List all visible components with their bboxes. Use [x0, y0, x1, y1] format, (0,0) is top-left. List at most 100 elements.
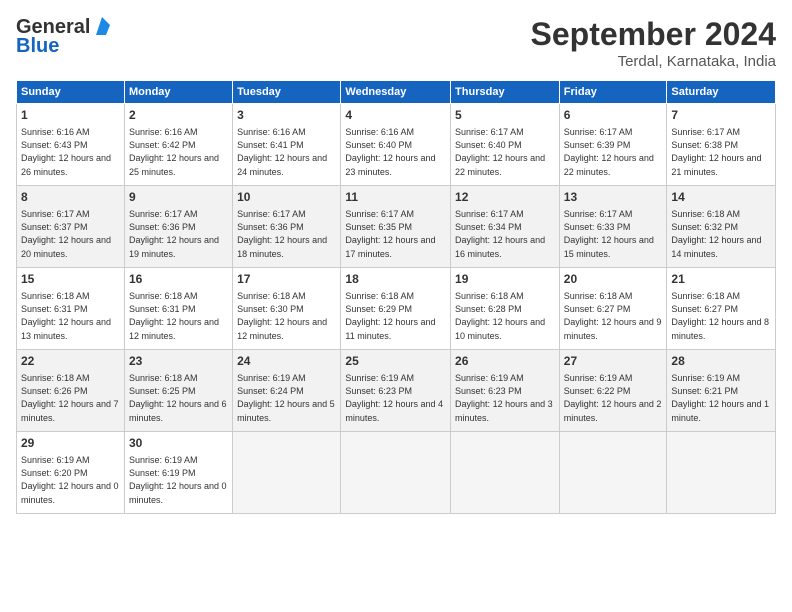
day-number: 8: [21, 189, 120, 206]
logo-icon: [92, 17, 110, 35]
logo: General Blue: [16, 16, 110, 58]
calendar-cell: 28 Sunrise: 6:19 AMSunset: 6:21 PMDaylig…: [667, 350, 776, 432]
day-number: 10: [237, 189, 336, 206]
calendar-cell: 26 Sunrise: 6:19 AMSunset: 6:23 PMDaylig…: [451, 350, 560, 432]
calendar-table: Sunday Monday Tuesday Wednesday Thursday…: [16, 80, 776, 514]
calendar-cell: 4 Sunrise: 6:16 AMSunset: 6:40 PMDayligh…: [341, 104, 451, 186]
day-info: Sunrise: 6:17 AMSunset: 6:34 PMDaylight:…: [455, 209, 545, 259]
calendar-cell: 17 Sunrise: 6:18 AMSunset: 6:30 PMDaylig…: [233, 268, 341, 350]
day-info: Sunrise: 6:18 AMSunset: 6:30 PMDaylight:…: [237, 291, 327, 341]
calendar-cell: 5 Sunrise: 6:17 AMSunset: 6:40 PMDayligh…: [451, 104, 560, 186]
calendar-cell: 9 Sunrise: 6:17 AMSunset: 6:36 PMDayligh…: [124, 186, 232, 268]
calendar-cell: 29 Sunrise: 6:19 AMSunset: 6:20 PMDaylig…: [17, 432, 125, 514]
day-number: 3: [237, 107, 336, 124]
calendar-cell: 23 Sunrise: 6:18 AMSunset: 6:25 PMDaylig…: [124, 350, 232, 432]
day-number: 5: [455, 107, 555, 124]
calendar-cell: 15 Sunrise: 6:18 AMSunset: 6:31 PMDaylig…: [17, 268, 125, 350]
day-number: 17: [237, 271, 336, 288]
day-info: Sunrise: 6:16 AMSunset: 6:41 PMDaylight:…: [237, 127, 327, 177]
calendar-cell: 2 Sunrise: 6:16 AMSunset: 6:42 PMDayligh…: [124, 104, 232, 186]
day-number: 18: [345, 271, 446, 288]
calendar-row: 15 Sunrise: 6:18 AMSunset: 6:31 PMDaylig…: [17, 268, 776, 350]
col-saturday: Saturday: [667, 81, 776, 104]
calendar-cell: 6 Sunrise: 6:17 AMSunset: 6:39 PMDayligh…: [559, 104, 667, 186]
day-info: Sunrise: 6:19 AMSunset: 6:24 PMDaylight:…: [237, 373, 335, 423]
day-info: Sunrise: 6:19 AMSunset: 6:20 PMDaylight:…: [21, 455, 119, 505]
calendar-cell: [451, 432, 560, 514]
day-info: Sunrise: 6:16 AMSunset: 6:40 PMDaylight:…: [345, 127, 435, 177]
day-number: 26: [455, 353, 555, 370]
logo-blue: Blue: [16, 35, 59, 58]
calendar-cell: 21 Sunrise: 6:18 AMSunset: 6:27 PMDaylig…: [667, 268, 776, 350]
day-number: 13: [564, 189, 663, 206]
month-title: September 2024: [531, 16, 776, 53]
calendar-cell: 25 Sunrise: 6:19 AMSunset: 6:23 PMDaylig…: [341, 350, 451, 432]
day-info: Sunrise: 6:17 AMSunset: 6:35 PMDaylight:…: [345, 209, 435, 259]
day-number: 28: [671, 353, 771, 370]
day-number: 25: [345, 353, 446, 370]
day-info: Sunrise: 6:17 AMSunset: 6:40 PMDaylight:…: [455, 127, 545, 177]
day-info: Sunrise: 6:18 AMSunset: 6:26 PMDaylight:…: [21, 373, 119, 423]
day-number: 24: [237, 353, 336, 370]
day-number: 22: [21, 353, 120, 370]
calendar-cell: 24 Sunrise: 6:19 AMSunset: 6:24 PMDaylig…: [233, 350, 341, 432]
day-info: Sunrise: 6:17 AMSunset: 6:33 PMDaylight:…: [564, 209, 654, 259]
day-info: Sunrise: 6:17 AMSunset: 6:36 PMDaylight:…: [129, 209, 219, 259]
day-info: Sunrise: 6:18 AMSunset: 6:25 PMDaylight:…: [129, 373, 227, 423]
day-number: 4: [345, 107, 446, 124]
day-info: Sunrise: 6:18 AMSunset: 6:27 PMDaylight:…: [564, 291, 662, 341]
day-info: Sunrise: 6:18 AMSunset: 6:29 PMDaylight:…: [345, 291, 435, 341]
day-number: 30: [129, 435, 228, 452]
day-number: 6: [564, 107, 663, 124]
day-number: 11: [345, 189, 446, 206]
calendar-cell: 20 Sunrise: 6:18 AMSunset: 6:27 PMDaylig…: [559, 268, 667, 350]
calendar-cell: 13 Sunrise: 6:17 AMSunset: 6:33 PMDaylig…: [559, 186, 667, 268]
day-info: Sunrise: 6:16 AMSunset: 6:42 PMDaylight:…: [129, 127, 219, 177]
day-info: Sunrise: 6:19 AMSunset: 6:21 PMDaylight:…: [671, 373, 769, 423]
location-subtitle: Terdal, Karnataka, India: [531, 53, 776, 70]
col-sunday: Sunday: [17, 81, 125, 104]
day-info: Sunrise: 6:19 AMSunset: 6:23 PMDaylight:…: [455, 373, 553, 423]
day-info: Sunrise: 6:18 AMSunset: 6:31 PMDaylight:…: [129, 291, 219, 341]
day-number: 14: [671, 189, 771, 206]
day-number: 21: [671, 271, 771, 288]
header: General Blue September 2024 Terdal, Karn…: [16, 16, 776, 70]
col-thursday: Thursday: [451, 81, 560, 104]
calendar-cell: 3 Sunrise: 6:16 AMSunset: 6:41 PMDayligh…: [233, 104, 341, 186]
day-number: 7: [671, 107, 771, 124]
calendar-cell: 1 Sunrise: 6:16 AMSunset: 6:43 PMDayligh…: [17, 104, 125, 186]
calendar-cell: 14 Sunrise: 6:18 AMSunset: 6:32 PMDaylig…: [667, 186, 776, 268]
calendar-row: 1 Sunrise: 6:16 AMSunset: 6:43 PMDayligh…: [17, 104, 776, 186]
day-number: 16: [129, 271, 228, 288]
header-row: Sunday Monday Tuesday Wednesday Thursday…: [17, 81, 776, 104]
day-number: 9: [129, 189, 228, 206]
day-number: 15: [21, 271, 120, 288]
day-info: Sunrise: 6:17 AMSunset: 6:38 PMDaylight:…: [671, 127, 761, 177]
calendar-row: 29 Sunrise: 6:19 AMSunset: 6:20 PMDaylig…: [17, 432, 776, 514]
day-info: Sunrise: 6:18 AMSunset: 6:31 PMDaylight:…: [21, 291, 111, 341]
day-info: Sunrise: 6:17 AMSunset: 6:36 PMDaylight:…: [237, 209, 327, 259]
calendar-row: 8 Sunrise: 6:17 AMSunset: 6:37 PMDayligh…: [17, 186, 776, 268]
day-info: Sunrise: 6:18 AMSunset: 6:27 PMDaylight:…: [671, 291, 769, 341]
day-info: Sunrise: 6:17 AMSunset: 6:37 PMDaylight:…: [21, 209, 111, 259]
day-number: 23: [129, 353, 228, 370]
page: General Blue September 2024 Terdal, Karn…: [0, 0, 792, 612]
day-number: 1: [21, 107, 120, 124]
col-friday: Friday: [559, 81, 667, 104]
col-wednesday: Wednesday: [341, 81, 451, 104]
day-number: 27: [564, 353, 663, 370]
day-number: 19: [455, 271, 555, 288]
day-info: Sunrise: 6:19 AMSunset: 6:22 PMDaylight:…: [564, 373, 662, 423]
col-tuesday: Tuesday: [233, 81, 341, 104]
calendar-cell: 30 Sunrise: 6:19 AMSunset: 6:19 PMDaylig…: [124, 432, 232, 514]
calendar-row: 22 Sunrise: 6:18 AMSunset: 6:26 PMDaylig…: [17, 350, 776, 432]
day-number: 29: [21, 435, 120, 452]
calendar-cell: 11 Sunrise: 6:17 AMSunset: 6:35 PMDaylig…: [341, 186, 451, 268]
day-info: Sunrise: 6:18 AMSunset: 6:28 PMDaylight:…: [455, 291, 545, 341]
day-number: 12: [455, 189, 555, 206]
day-info: Sunrise: 6:19 AMSunset: 6:19 PMDaylight:…: [129, 455, 227, 505]
calendar-cell: [233, 432, 341, 514]
calendar-cell: [341, 432, 451, 514]
day-number: 20: [564, 271, 663, 288]
calendar-cell: 27 Sunrise: 6:19 AMSunset: 6:22 PMDaylig…: [559, 350, 667, 432]
